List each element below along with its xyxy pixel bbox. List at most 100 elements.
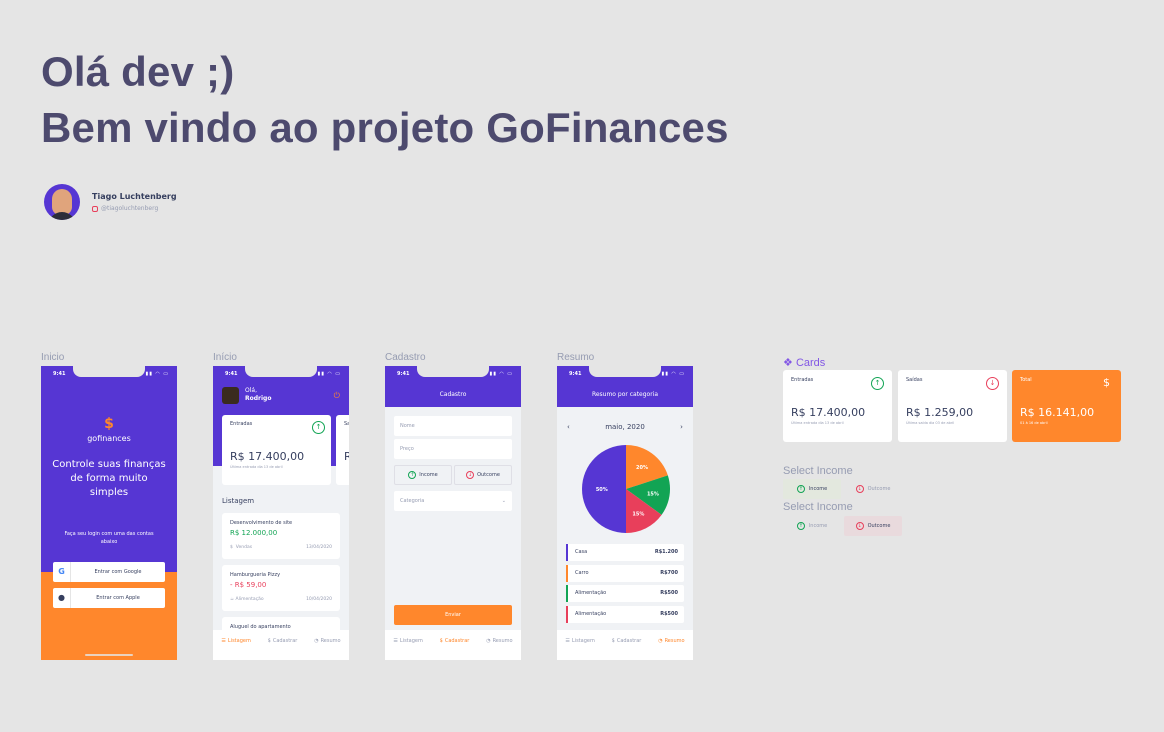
tab-cadastrar-label: Cadastrar	[616, 638, 642, 644]
income-type-button[interactable]: ↑ Income	[394, 465, 452, 485]
power-icon[interactable]: ⏻	[334, 391, 340, 401]
arrow-up-circle-icon: ↑	[796, 522, 805, 530]
card-amount: R	[344, 450, 349, 463]
tab-cadastrar[interactable]: $ Cadastrar	[612, 638, 642, 644]
tab-listagem-label: Listagem	[399, 638, 423, 644]
transaction-category: ☕ Alimentação	[230, 597, 264, 602]
hero: Olá dev ;) Bem vindo ao projeto GoFinanc…	[41, 44, 729, 156]
outcome-type-button[interactable]: ↓ Outcome	[454, 465, 512, 485]
status-icons: ▮▮ ◠ ▭	[145, 371, 169, 377]
card-label: Saídas	[906, 377, 923, 383]
send-button[interactable]: Enviar	[394, 605, 512, 625]
category-name: Carro	[575, 570, 589, 576]
home-indicator	[85, 654, 133, 656]
tab-listagem[interactable]: ☰ Listagem	[393, 638, 422, 644]
highlight-card-entradas: Entradas ↑ R$ 17.400,00 Última entrada d…	[222, 415, 331, 485]
income-option-selected[interactable]: ↑ Income	[783, 479, 841, 499]
card-total: Total $ R$ 16.141,00 01 à 16 de abril	[1012, 370, 1121, 442]
category-placeholder: Categoria	[400, 498, 425, 504]
pie-slice-label: 20%	[636, 465, 648, 471]
avatar	[44, 184, 80, 220]
outcome-label: Outcome	[867, 523, 891, 529]
card-label: Entradas	[791, 377, 814, 383]
transaction-card[interactable]: Desenvolvimento de site R$ 12.000,00 $ V…	[222, 513, 340, 559]
user-avatar[interactable]	[222, 387, 239, 404]
tab-listagem[interactable]: ☰ Listagem	[565, 638, 594, 644]
dollar-icon: $	[267, 638, 271, 644]
category-name: Alimentação	[575, 611, 607, 617]
category-value: R$500	[660, 590, 678, 596]
transaction-category-label: Alimentação	[235, 597, 264, 602]
card-amount: R$ 17.400,00	[791, 406, 866, 419]
arrow-up-circle-icon: ↑	[871, 377, 884, 390]
outcome-option[interactable]: ↓ Outcome	[844, 479, 902, 499]
status-time: 9:41	[569, 371, 582, 377]
tab-resumo-label: Resumo	[320, 638, 341, 644]
transaction-category-label: Vendas	[235, 545, 253, 550]
pie-chart-icon: ◔	[486, 638, 491, 644]
register-title: Cadastro	[439, 391, 467, 398]
component-icon: ❖	[783, 357, 793, 369]
card-last-transaction: Última entrada dia 13 de abril	[230, 465, 283, 469]
dollar-icon: $	[230, 545, 233, 550]
frame-label-cadastro: Cadastro	[385, 352, 426, 363]
transaction-card[interactable]: Hamburgueria Pizzy - R$ 59,00 ☕ Alimenta…	[222, 565, 340, 611]
author-handle: @tiagoluchtenberg	[101, 205, 159, 212]
card-amount: R$ 16.141,00	[1020, 406, 1095, 419]
apple-signin-button[interactable]: ● Entrar com Apple	[53, 588, 165, 608]
summary-screen: Resumo por categoria 9:41 ▮▮ ◠ ▭ ‹ maio,…	[557, 366, 693, 660]
instagram-icon	[92, 205, 98, 212]
pie-chart-icon: ◔	[658, 638, 663, 644]
tab-bar: ☰ Listagem $ Cadastrar ◔ Resumo	[385, 630, 521, 660]
google-signin-button[interactable]: G Entrar com Google	[53, 562, 165, 582]
transaction-title: Desenvolvimento de site	[230, 520, 293, 526]
frame-label-resumo: Resumo	[557, 352, 595, 363]
income-label: Income	[808, 523, 828, 529]
list-icon: ☰	[565, 638, 570, 644]
tab-resumo[interactable]: ◔ Resumo	[486, 638, 512, 644]
category-row: Alimentação R$500	[566, 606, 684, 623]
status-time: 9:41	[225, 371, 238, 377]
arrow-up-circle-icon: ↑	[796, 485, 805, 493]
tab-resumo[interactable]: ◔ Resumo	[314, 638, 340, 644]
category-color-bar	[566, 606, 568, 623]
frame-label-inicio: Inicio	[41, 352, 65, 363]
status-icons: ▮▮ ◠ ▭	[661, 371, 685, 377]
category-row: Casa R$1.200	[566, 544, 684, 561]
dollar-icon: $	[1103, 376, 1110, 389]
dollar-icon: $	[439, 638, 443, 644]
list-title: Listagem	[222, 497, 255, 505]
tab-resumo[interactable]: ◔ Resumo	[658, 638, 684, 644]
notch	[73, 366, 145, 377]
category-select[interactable]: Categoria ⌄	[394, 491, 512, 511]
cards-section-title: ❖ Cards	[783, 356, 825, 369]
pie-slice-label: 50%	[596, 487, 608, 493]
arrow-up-circle-icon: ↑	[408, 471, 417, 479]
pie-chart-icon: ◔	[314, 638, 319, 644]
month-selector: ‹ maio, 2020 ›	[557, 423, 693, 431]
frame-label-inicio-2: Início	[213, 352, 237, 363]
category-pie-chart: 20% 15% 15% 50%	[582, 445, 670, 533]
category-color-bar	[566, 565, 568, 582]
card-last-transaction: Última entrada dia 13 de abril	[791, 421, 844, 425]
arrow-down-circle-icon: ↓	[855, 522, 864, 530]
tab-cadastrar[interactable]: $ Cadastrar	[268, 638, 298, 644]
price-input[interactable]: Preço	[394, 439, 512, 459]
chevron-left-icon[interactable]: ‹	[567, 423, 570, 431]
status-time: 9:41	[53, 371, 66, 377]
outcome-option-selected[interactable]: ↓ Outcome	[844, 516, 902, 536]
tab-cadastrar[interactable]: $ Cadastrar	[440, 638, 470, 644]
tab-listagem[interactable]: ☰ Listagem	[221, 638, 250, 644]
arrow-down-circle-icon: ↓	[855, 485, 864, 493]
pie-slice-label: 15%	[632, 511, 644, 517]
category-value: R$700	[660, 570, 678, 576]
category-name: Casa	[575, 549, 588, 555]
chevron-right-icon[interactable]: ›	[680, 423, 683, 431]
transaction-category: $ Vendas	[230, 545, 252, 550]
name-input[interactable]: Nome	[394, 416, 512, 436]
income-option[interactable]: ↑ Income	[783, 516, 841, 536]
card-period: 01 à 16 de abril	[1020, 421, 1048, 425]
list-icon: ☰	[221, 638, 226, 644]
tab-cadastrar-label: Cadastrar	[272, 638, 298, 644]
category-value: R$1.200	[654, 549, 678, 555]
